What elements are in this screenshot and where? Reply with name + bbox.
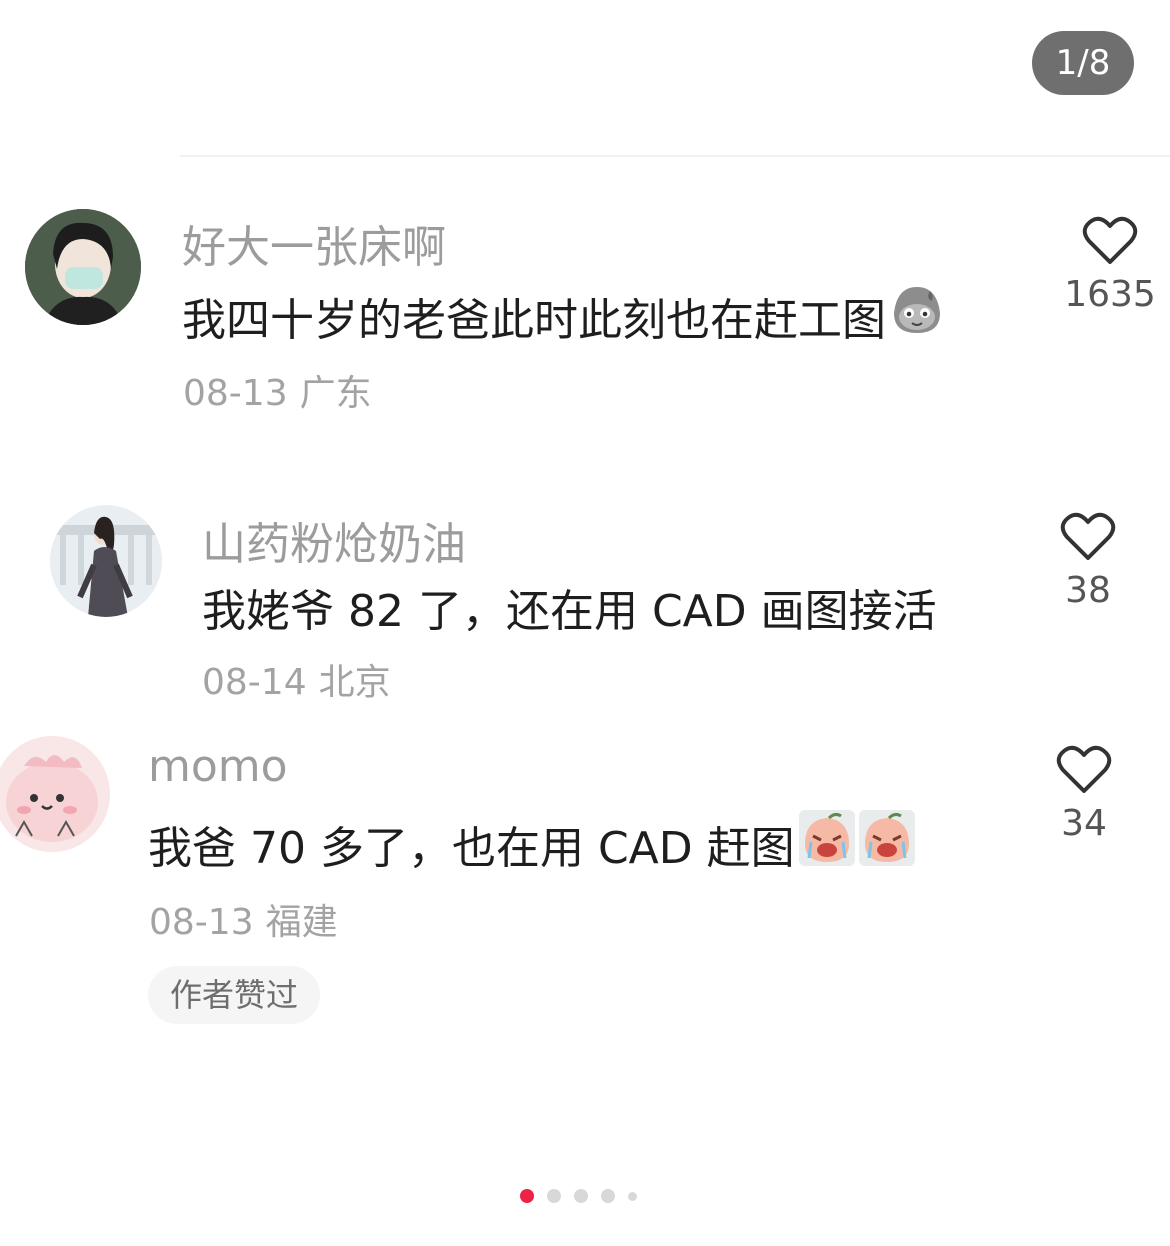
avatar[interactable] <box>0 736 110 852</box>
comment-date: 08-14 <box>202 662 307 703</box>
comment-username[interactable]: momo <box>148 741 288 792</box>
sweat-face-icon <box>890 283 944 348</box>
heart-icon <box>1056 745 1112 793</box>
author-liked-badge: 作者赞过 <box>148 966 320 1024</box>
carousel-dot[interactable] <box>601 1189 615 1203</box>
comment-date: 08-13 <box>183 373 288 414</box>
comment-location: 福建 <box>265 902 338 943</box>
comment-location: 北京 <box>318 662 391 703</box>
carousel-dot[interactable] <box>547 1189 561 1203</box>
comment-username[interactable]: 山药粉炝奶油 <box>202 508 466 572</box>
comment-meta: 08-14 北京 <box>202 653 391 705</box>
carousel-dot[interactable] <box>574 1189 588 1203</box>
divider <box>180 155 1170 157</box>
avatar[interactable] <box>50 505 162 617</box>
page-counter: 1/8 <box>1032 31 1134 95</box>
crying-peach-icon <box>798 810 855 877</box>
comment-location: 广东 <box>299 373 372 414</box>
heart-icon <box>1060 512 1116 560</box>
carousel-dot[interactable] <box>520 1189 534 1203</box>
comment-text: 我爸 70 多了，也在用 CAD 赶图 <box>148 810 915 877</box>
comment-meta: 08-13 广东 <box>183 364 372 416</box>
like-count: 1635 <box>1064 274 1156 315</box>
comment-text-body: 我爸 70 多了，也在用 CAD 赶图 <box>148 822 795 874</box>
like-button[interactable]: 38 <box>1038 512 1138 611</box>
avatar[interactable] <box>25 209 141 325</box>
like-count: 34 <box>1061 803 1107 844</box>
like-button[interactable]: 34 <box>1034 745 1134 844</box>
comment-meta: 08-13 福建 <box>149 893 338 945</box>
comment-username[interactable]: 好大一张床啊 <box>182 211 446 275</box>
heart-icon <box>1082 216 1138 264</box>
crying-peach-icon <box>858 810 915 877</box>
like-count: 38 <box>1065 570 1111 611</box>
like-button[interactable]: 1635 <box>1060 216 1160 315</box>
carousel-dots <box>520 1186 637 1206</box>
comment-text: 我四十岁的老爸此时此刻也在赶工图 <box>182 283 944 348</box>
carousel-dot[interactable] <box>628 1191 637 1201</box>
comment-text-body: 我四十岁的老爸此时此刻也在赶工图 <box>182 294 886 346</box>
comment-text: 我姥爷 82 了，还在用 CAD 画图接活 <box>202 586 937 637</box>
comment-date: 08-13 <box>149 902 254 943</box>
